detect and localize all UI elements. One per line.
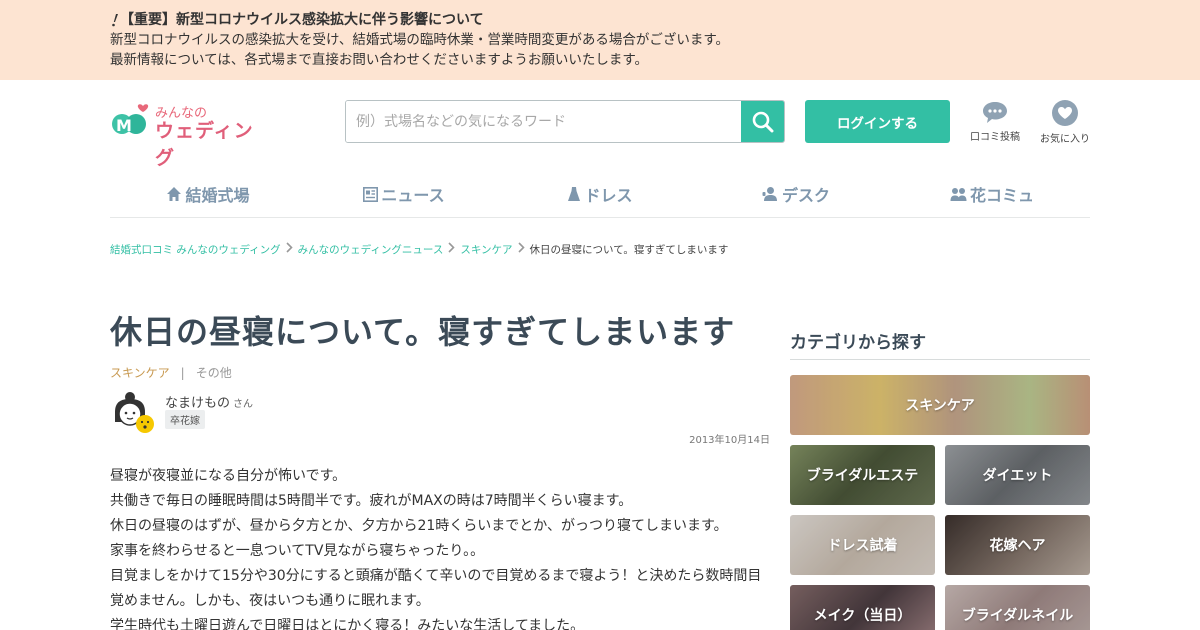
body-paragraph: 学生時代も土曜日遊んで日曜日はとにかく寝る！みたいな生活してました。 xyxy=(110,618,585,630)
notice-title-text: 【重要】新型コロナウイルス感染拡大に伴う影響について xyxy=(120,12,484,28)
nav-item-desk[interactable]: デスク xyxy=(698,172,894,216)
category-tile-bridal-nail[interactable]: ブライダルネイル xyxy=(945,585,1090,630)
search-button[interactable] xyxy=(741,101,784,142)
author-badge: 卒花嫁 xyxy=(165,410,205,429)
author-name-text: なまけもの xyxy=(165,396,231,411)
logo-text-wedding: ウェディング xyxy=(155,120,254,169)
breadcrumb-home-link[interactable]: 結婚式口コミ みんなのウェディング xyxy=(110,242,281,257)
search-icon xyxy=(752,111,773,132)
category-tile-bridal-esthe[interactable]: ブライダルエステ xyxy=(790,445,935,505)
favorites-link[interactable]: お気に入り xyxy=(1035,100,1095,146)
tile-label: ブライダルネイル xyxy=(961,608,1074,624)
review-post-link[interactable]: 口コミ投稿 xyxy=(965,100,1025,146)
favorites-label: お気に入り xyxy=(1040,134,1090,145)
nav-label: 花コミュ xyxy=(969,186,1034,205)
logo-mark-icon: M xyxy=(112,104,149,135)
dress-icon xyxy=(568,187,581,201)
search-bar xyxy=(345,100,785,143)
category-tile-diet[interactable]: ダイエット xyxy=(945,445,1090,505)
nav-item-dress[interactable]: ドレス xyxy=(502,172,698,216)
speech-bubble-icon xyxy=(983,102,1007,123)
chapel-icon xyxy=(167,187,182,201)
category-separator: | xyxy=(180,365,185,380)
tile-label: ダイエット xyxy=(982,468,1053,484)
body-paragraph: 昼寝が夜寝並になる自分が怖いです。 xyxy=(110,468,347,484)
avatar[interactable] xyxy=(110,390,156,436)
body-paragraph: 家事を終わらせると一息ついてTV見ながら寝ちゃったり。。 xyxy=(110,543,485,559)
svg-text:M: M xyxy=(116,116,132,135)
body-paragraph: 目覚ましをかけて15分や30分にすると頭痛が酷くて辛いので目覚めるまで寝よう！と… xyxy=(110,568,762,584)
body-paragraph: 覚めません。しかも、夜はいつも通りに眠れます。 xyxy=(110,593,430,609)
category-tile-bridal-hair[interactable]: 花嫁ヘア xyxy=(945,515,1090,575)
review-post-label: 口コミ投稿 xyxy=(970,132,1020,143)
body-paragraph: 休日の昼寝のはずが、昼から夕方とか、夕方から21時くらいまでとか、がっつり寝てし… xyxy=(110,518,728,534)
nav-label: 結婚式場 xyxy=(185,186,250,205)
search-input[interactable] xyxy=(346,101,741,142)
sidebar-title: カテゴリから探す xyxy=(790,328,1090,360)
notice-line-1: 新型コロナウイルスの感染拡大を受け、結婚式場の臨時休業・営業時間変更がある場合が… xyxy=(110,32,729,48)
category-tile-skincare[interactable]: スキンケア xyxy=(790,375,1090,435)
author-suffix: さん xyxy=(233,399,254,410)
global-nav: 結婚式場 ニュース ドレス デスク 花コミュ xyxy=(110,172,1090,218)
nav-item-wedding-venues[interactable]: 結婚式場 xyxy=(110,172,306,216)
breadcrumb-current: 休日の昼寝について。寝すぎてしまいます xyxy=(529,243,729,256)
author-name[interactable]: なまけもの さん xyxy=(165,392,253,411)
tile-label: メイク（当日） xyxy=(813,608,912,624)
tile-label: ドレス試着 xyxy=(827,538,898,554)
body-paragraph: 共働きで毎日の睡眠時間は5時間半です。疲れがMAXの時は7時間半くらい寝ます。 xyxy=(110,493,633,509)
category-link-other[interactable]: その他 xyxy=(196,364,232,381)
community-icon xyxy=(950,188,967,201)
category-tile-makeup[interactable]: メイク（当日） xyxy=(790,585,935,630)
nav-label: ニュース xyxy=(381,186,445,205)
post-date: 2013年10月14日 xyxy=(689,435,770,446)
article-title: 休日の昼寝について。寝すぎてしまいます xyxy=(110,313,736,351)
nav-label: ドレス xyxy=(584,186,633,205)
notice-line-2: 最新情報については、各式場まで直接お問い合わせくださいますようお願いいたします。 xyxy=(110,52,648,68)
site-logo[interactable]: M みんなの ウェディング xyxy=(110,102,260,169)
breadcrumb: 結婚式口コミ みんなのウェディング みんなのウェディングニュース スキンケア 休… xyxy=(110,240,728,258)
chevron-right-icon xyxy=(286,242,293,256)
news-icon xyxy=(363,186,379,202)
breadcrumb-news-link[interactable]: みんなのウェディングニュース xyxy=(298,242,444,257)
notice-title[interactable]: 【重要】新型コロナウイルス感染拡大に伴う影響について xyxy=(110,10,1090,30)
tile-label: ブライダルエステ xyxy=(806,468,919,484)
article-body: 昼寝が夜寝並になる自分が怖いです。 共働きで毎日の睡眠時間は5時間半です。疲れが… xyxy=(110,464,775,630)
category-tile-dress-fitting[interactable]: ドレス試着 xyxy=(790,515,935,575)
heart-icon xyxy=(1052,100,1078,126)
nav-item-hana-community[interactable]: 花コミュ xyxy=(894,172,1090,216)
covid-notice-banner: 【重要】新型コロナウイルス感染拡大に伴う影響について 新型コロナウイルスの感染拡… xyxy=(0,0,1200,80)
tile-label: 花嫁ヘア xyxy=(989,538,1046,554)
author-block: なまけもの さん 卒花嫁 2013年10月14日 xyxy=(110,390,770,446)
nav-label: デスク xyxy=(781,186,830,205)
breadcrumb-skincare-link[interactable]: スキンケア xyxy=(460,242,512,257)
exclamation-icon xyxy=(112,14,118,27)
desk-icon xyxy=(762,187,777,201)
article-categories: スキンケア | その他 xyxy=(110,364,232,381)
login-button[interactable]: ログインする xyxy=(805,100,950,143)
tile-label: スキンケア xyxy=(905,398,975,414)
category-link-skincare[interactable]: スキンケア xyxy=(110,364,170,381)
nav-item-news[interactable]: ニュース xyxy=(306,172,502,216)
chevron-right-icon xyxy=(517,242,525,256)
chevron-right-icon xyxy=(448,242,455,256)
